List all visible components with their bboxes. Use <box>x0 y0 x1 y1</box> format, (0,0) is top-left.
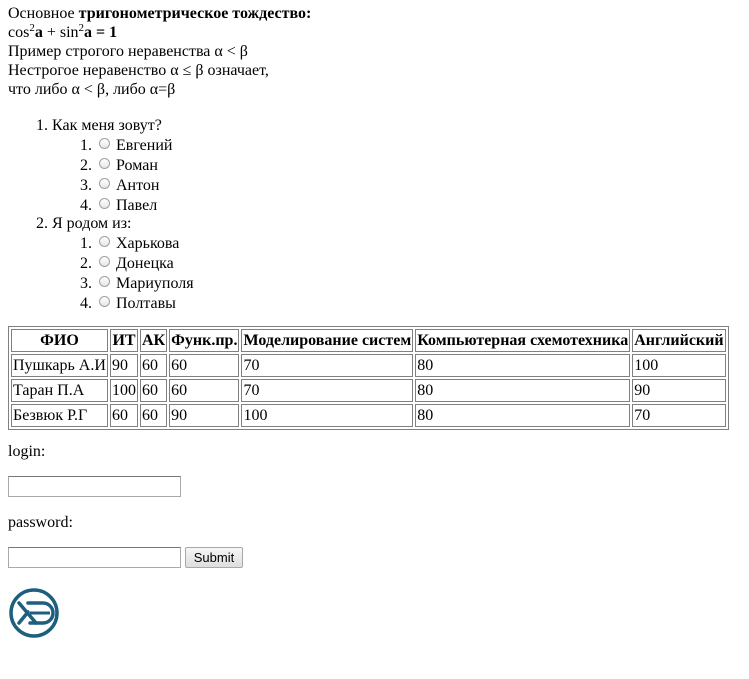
answer-radio[interactable] <box>99 256 110 267</box>
answer-radio[interactable] <box>99 158 110 169</box>
answer-option: 2. Донецка <box>8 255 743 275</box>
option-label[interactable]: Харькова <box>116 235 179 252</box>
strict-inequality-text: Пример строгого неравенства α < β <box>8 43 248 60</box>
column-header: ИТ <box>110 329 138 352</box>
table-cell: Таран П.А <box>11 379 108 402</box>
option-number: 4. <box>80 295 92 312</box>
table-cell: Пушкарь А.И <box>11 354 108 377</box>
table-cell: 60 <box>140 404 168 427</box>
formula-result: = 1 <box>92 24 118 41</box>
intro-text: Основное <box>8 5 79 22</box>
table-cell: 70 <box>241 354 414 377</box>
formula-arg: a <box>84 24 93 41</box>
table-cell: 60 <box>169 379 240 402</box>
table-cell: 60 <box>140 379 168 402</box>
answer-option: 4. Полтавы <box>8 295 743 315</box>
option-number: 3. <box>80 275 92 292</box>
intro-bold-text: тригонометрическое тождество: <box>78 5 312 22</box>
table-cell: 80 <box>415 379 631 402</box>
quiz-question: 2. Я родом из: 1. Харькова 2. Донецка 3. Ма… <box>8 215 743 315</box>
table-row: Безвюк Р.Г 60 60 90 100 80 70 <box>11 404 726 427</box>
quiz-question: 1. Как меня зовут? 1. Евгений 2. Роман 3. А… <box>8 117 743 217</box>
option-number: 1. <box>80 235 92 252</box>
formula-sin: + sin <box>42 24 79 41</box>
answer-option: 4. Павел <box>8 197 743 217</box>
quiz-list: 1. Как меня зовут? 1. Евгений 2. Роман 3. А… <box>8 117 743 315</box>
answer-option: 3. Мариуполя <box>8 275 743 295</box>
answer-option: 1. Евгений <box>8 137 743 157</box>
answer-radio[interactable] <box>99 178 110 189</box>
table-cell: 90 <box>632 379 726 402</box>
answer-radio[interactable] <box>99 138 110 149</box>
option-number: 1. <box>80 137 92 154</box>
table-header-row: ФИО ИТ АК Функ.пр. Моделирование систем … <box>11 329 726 352</box>
option-number: 2. <box>80 255 92 272</box>
table-row: Пушкарь А.И 90 60 60 70 80 100 <box>11 354 726 377</box>
answer-radio[interactable] <box>99 236 110 247</box>
table-cell: 60 <box>169 354 240 377</box>
answer-radio[interactable] <box>99 198 110 209</box>
option-label[interactable]: Мариуполя <box>116 275 194 292</box>
formula-arg: a <box>34 24 43 41</box>
formula-cos: cos <box>8 24 30 41</box>
submit-button[interactable]: Submit <box>185 547 243 568</box>
answer-option: 2. Роман <box>8 157 743 177</box>
answer-option: 3. Антон <box>8 177 743 197</box>
option-label[interactable]: Евгений <box>116 137 172 154</box>
table-row: Таран П.А 100 60 60 70 80 90 <box>11 379 726 402</box>
table-cell: 70 <box>241 379 414 402</box>
nonstrict-inequality-text: Нестрогое неравенство α ≤ β означает, <box>8 62 269 79</box>
login-label: login: <box>8 443 46 460</box>
inequality-explanation-text: что либо α < β, либо α=β <box>8 81 176 98</box>
password-input[interactable] <box>8 547 181 568</box>
table-cell: 100 <box>632 354 726 377</box>
content: Основное тригонометрическое тождество: c… <box>8 5 743 315</box>
password-label: password: <box>8 514 73 531</box>
table-cell: 80 <box>415 404 631 427</box>
table-cell: 70 <box>632 404 726 427</box>
option-label[interactable]: Полтавы <box>116 295 176 312</box>
table-cell: 60 <box>140 354 168 377</box>
option-label[interactable]: Павел <box>116 197 157 214</box>
table-cell: Безвюк Р.Г <box>11 404 108 427</box>
question-number: 1. <box>36 117 48 134</box>
xd-logo-icon <box>9 588 59 638</box>
column-header: Функ.пр. <box>169 329 240 352</box>
option-label[interactable]: Антон <box>116 177 159 194</box>
option-label[interactable]: Донецка <box>116 255 174 272</box>
grades-table: ФИО ИТ АК Функ.пр. Моделирование систем … <box>8 326 729 430</box>
table-cell: 60 <box>110 404 138 427</box>
column-header: АК <box>140 329 168 352</box>
option-number: 3. <box>80 177 92 194</box>
login-input[interactable] <box>8 476 181 497</box>
table-cell: 90 <box>110 354 138 377</box>
option-number: 4. <box>80 197 92 214</box>
column-header: Английский <box>632 329 726 352</box>
column-header: Моделирование систем <box>241 329 414 352</box>
answer-radio[interactable] <box>99 296 110 307</box>
table-cell: 100 <box>110 379 138 402</box>
option-number: 2. <box>80 157 92 174</box>
answer-option: 1. Харькова <box>8 235 743 255</box>
column-header: Компьютерная схемотехника <box>415 329 631 352</box>
table-cell: 100 <box>241 404 414 427</box>
trig-formula: cos2a + sin2a = 1 <box>8 23 743 43</box>
table-cell: 80 <box>415 354 631 377</box>
table-cell: 90 <box>169 404 240 427</box>
question-number: 2. <box>36 215 48 232</box>
option-label[interactable]: Роман <box>116 157 158 174</box>
identity-intro: Основное тригонометрическое тождество: <box>8 5 743 24</box>
question-text: Как меня зовут? <box>52 117 162 134</box>
answer-radio[interactable] <box>99 276 110 287</box>
question-text: Я родом из: <box>52 215 132 232</box>
column-header: ФИО <box>11 329 108 352</box>
